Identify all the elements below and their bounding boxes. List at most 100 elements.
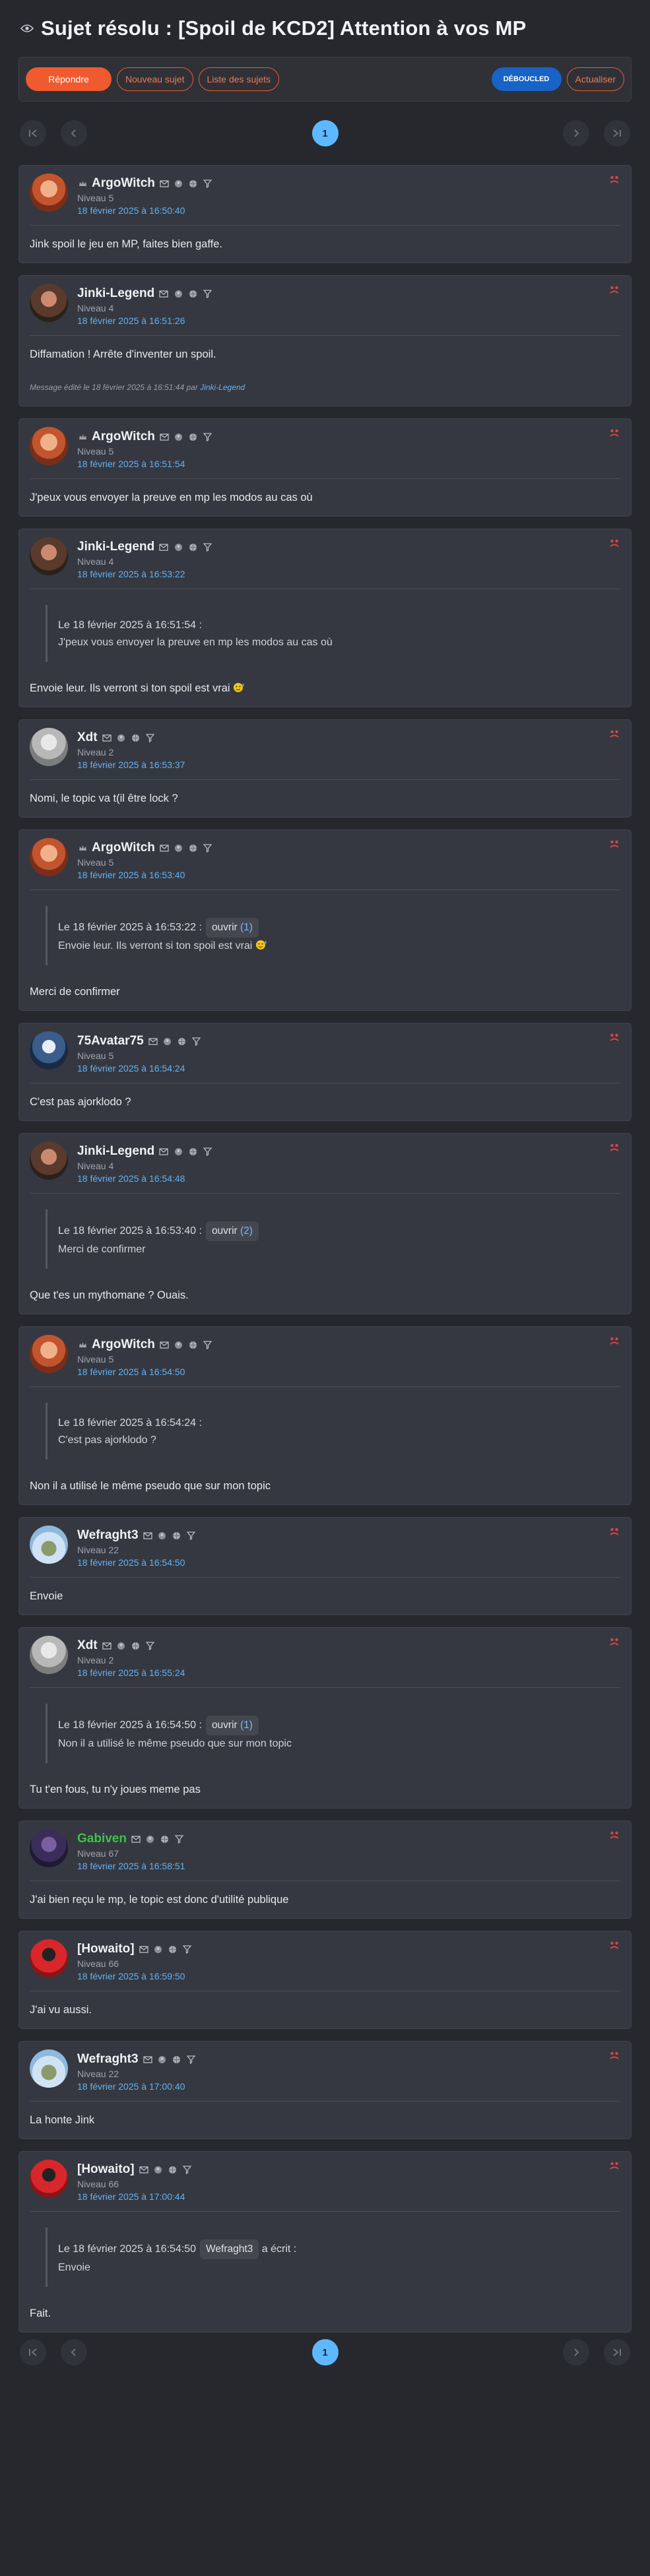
post-date-link[interactable]: 18 février 2025 à 16:53:40 xyxy=(77,870,213,880)
post-date-link[interactable]: 18 février 2025 à 16:53:22 xyxy=(77,569,212,579)
profile-icon[interactable] xyxy=(157,2054,168,2065)
globe-icon[interactable] xyxy=(188,178,199,189)
eye-icon[interactable] xyxy=(20,21,34,36)
globe-icon[interactable] xyxy=(188,843,199,853)
report-icon[interactable] xyxy=(608,1031,620,1043)
filter-icon[interactable] xyxy=(203,178,213,189)
mail-icon[interactable] xyxy=(148,1036,158,1046)
filter-icon[interactable] xyxy=(191,1036,202,1046)
author-name[interactable]: [Howaito] xyxy=(77,1942,135,1956)
mail-icon[interactable] xyxy=(159,178,170,189)
avatar[interactable] xyxy=(30,728,68,766)
profile-icon[interactable] xyxy=(116,732,127,743)
profile-icon[interactable] xyxy=(153,2164,164,2175)
filter-icon[interactable] xyxy=(202,1146,212,1157)
mail-icon[interactable] xyxy=(159,432,170,442)
author-name[interactable]: Wefraght3 xyxy=(77,2052,139,2067)
author-name[interactable]: ArgoWitch xyxy=(92,430,155,444)
avatar[interactable] xyxy=(30,1142,68,1180)
next-page-icon[interactable] xyxy=(563,120,589,146)
mail-icon[interactable] xyxy=(143,2054,153,2065)
author-name[interactable]: Wefraght3 xyxy=(77,1528,139,1543)
filter-icon[interactable] xyxy=(202,542,212,552)
globe-icon[interactable] xyxy=(188,1339,199,1350)
filter-icon[interactable] xyxy=(202,288,212,299)
globe-icon[interactable] xyxy=(187,288,198,299)
avatar[interactable] xyxy=(30,1939,68,1978)
report-icon[interactable] xyxy=(608,728,620,740)
profile-icon[interactable] xyxy=(174,843,184,853)
topic-list-button[interactable]: Liste des sujets xyxy=(198,67,280,91)
filter-icon[interactable] xyxy=(182,1944,193,1954)
report-icon[interactable] xyxy=(608,427,620,439)
post-date-link[interactable]: 18 février 2025 à 16:50:40 xyxy=(77,205,213,216)
mail-icon[interactable] xyxy=(143,1530,153,1541)
profile-icon[interactable] xyxy=(174,432,184,442)
avatar[interactable] xyxy=(30,838,68,876)
profile-icon[interactable] xyxy=(173,288,183,299)
post-date-link[interactable]: 18 février 2025 à 16:53:37 xyxy=(77,759,185,770)
post-date-link[interactable]: 18 février 2025 à 17:00:40 xyxy=(77,2081,197,2092)
profile-icon[interactable] xyxy=(173,542,183,552)
globe-icon[interactable] xyxy=(168,1944,178,1954)
report-icon[interactable] xyxy=(608,174,620,185)
post-date-link[interactable]: 18 février 2025 à 16:58:51 xyxy=(77,1861,185,1871)
profile-icon[interactable] xyxy=(145,1834,156,1844)
debug-badge[interactable]: DÉBOUCLED xyxy=(491,67,562,91)
avatar[interactable] xyxy=(30,174,68,212)
mail-icon[interactable] xyxy=(159,1339,170,1350)
mail-icon[interactable] xyxy=(158,1146,169,1157)
mail-icon[interactable] xyxy=(139,1944,149,1954)
avatar[interactable] xyxy=(30,1636,68,1674)
quote-open-button[interactable]: Wefraght3 xyxy=(200,2239,259,2259)
filter-icon[interactable] xyxy=(203,1339,213,1350)
profile-icon[interactable] xyxy=(116,1640,127,1651)
author-name[interactable]: ArgoWitch xyxy=(92,1337,155,1352)
avatar[interactable] xyxy=(30,2049,68,2088)
prev-page-icon[interactable] xyxy=(61,2339,87,2366)
prev-page-icon[interactable] xyxy=(61,120,87,146)
avatar[interactable] xyxy=(30,1031,68,1070)
first-page-icon[interactable] xyxy=(20,120,46,146)
report-icon[interactable] xyxy=(608,284,620,296)
profile-icon[interactable] xyxy=(174,178,184,189)
filter-icon[interactable] xyxy=(174,1834,185,1844)
avatar[interactable] xyxy=(30,1335,68,1373)
avatar[interactable] xyxy=(30,537,68,575)
post-date-link[interactable]: 18 février 2025 à 16:51:26 xyxy=(77,315,212,326)
new-topic-button[interactable]: Nouveau sujet xyxy=(117,67,193,91)
report-icon[interactable] xyxy=(608,838,620,850)
report-icon[interactable] xyxy=(608,1142,620,1153)
report-icon[interactable] xyxy=(608,1829,620,1841)
post-date-link[interactable]: 18 février 2025 à 16:54:24 xyxy=(77,1063,202,1074)
avatar[interactable] xyxy=(30,427,68,465)
post-date-link[interactable]: 18 février 2025 à 16:51:54 xyxy=(77,459,213,469)
report-icon[interactable] xyxy=(608,2049,620,2061)
filter-icon[interactable] xyxy=(145,732,156,743)
author-name[interactable]: ArgoWitch xyxy=(92,841,155,855)
mail-icon[interactable] xyxy=(102,1640,112,1651)
next-page-icon[interactable] xyxy=(563,2339,589,2366)
filter-icon[interactable] xyxy=(186,1530,197,1541)
mail-icon[interactable] xyxy=(159,843,170,853)
post-date-link[interactable]: 18 février 2025 à 16:55:24 xyxy=(77,1667,185,1678)
globe-icon[interactable] xyxy=(131,732,141,743)
profile-icon[interactable] xyxy=(162,1036,173,1046)
refresh-button[interactable]: Actualiser xyxy=(566,67,624,91)
filter-icon[interactable] xyxy=(186,2054,197,2065)
globe-icon[interactable] xyxy=(160,1834,170,1844)
quote-open-button[interactable]: ouvrir (1) xyxy=(205,918,259,938)
globe-icon[interactable] xyxy=(172,2054,182,2065)
author-name[interactable]: Jinki-Legend xyxy=(77,540,154,554)
report-icon[interactable] xyxy=(608,2160,620,2172)
avatar[interactable] xyxy=(30,284,68,322)
report-icon[interactable] xyxy=(608,1335,620,1347)
filter-icon[interactable] xyxy=(145,1640,156,1651)
report-icon[interactable] xyxy=(608,1939,620,1951)
filter-icon[interactable] xyxy=(182,2164,193,2175)
globe-icon[interactable] xyxy=(188,432,199,442)
quote-open-button[interactable]: ouvrir (2) xyxy=(205,1221,259,1241)
globe-icon[interactable] xyxy=(131,1640,141,1651)
report-icon[interactable] xyxy=(608,537,620,549)
reply-button[interactable]: Répondre xyxy=(26,67,112,91)
